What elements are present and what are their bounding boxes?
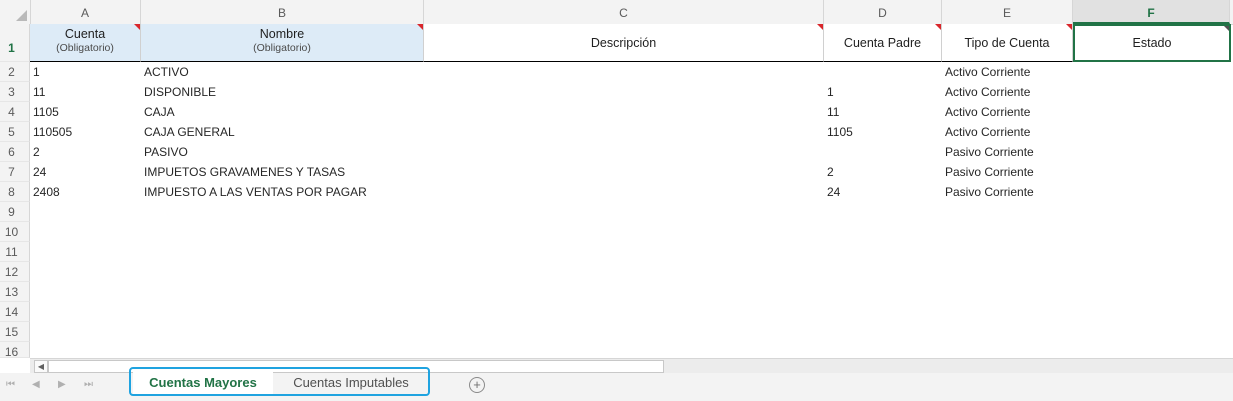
cell-tipo-cuenta[interactable]: Activo Corriente xyxy=(942,82,1073,102)
cell-estado[interactable] xyxy=(1073,62,1230,82)
cell-tipo-cuenta[interactable]: Activo Corriente xyxy=(942,122,1073,142)
row-header-3[interactable]: 3 xyxy=(0,82,30,102)
row-header-15[interactable]: 15 xyxy=(0,322,30,342)
last-sheet-icon[interactable]: ⏭ xyxy=(84,379,93,390)
cell-cuenta[interactable]: 1 xyxy=(30,62,141,82)
previous-sheet-icon[interactable]: ◀ xyxy=(32,379,40,390)
cell-cuenta[interactable]: 11 xyxy=(30,82,141,102)
cell-estado[interactable] xyxy=(1073,82,1230,102)
cell-nombre[interactable]: CAJA xyxy=(141,102,424,122)
row-header-16[interactable]: 16 xyxy=(0,342,30,359)
add-sheet-icon[interactable]: + xyxy=(469,377,485,393)
row-header-13[interactable]: 13 xyxy=(0,282,30,302)
cell-cuenta[interactable]: 2 xyxy=(30,142,141,162)
header-cell-tipo-cuenta[interactable]: Tipo de Cuenta xyxy=(942,24,1073,62)
header-cell-descripcion[interactable]: Descripción xyxy=(424,24,824,62)
cell-cuenta-padre[interactable]: 2 xyxy=(824,162,942,182)
cell-tipo-cuenta[interactable]: Activo Corriente xyxy=(942,62,1073,82)
cell-tipo-cuenta[interactable]: Activo Corriente xyxy=(942,102,1073,122)
column-header-d[interactable]: D xyxy=(824,0,942,24)
header-cell-cuenta[interactable]: Cuenta (Obligatorio) xyxy=(30,24,141,62)
cell-cuenta[interactable]: 2408 xyxy=(30,182,141,202)
cell-descripcion[interactable] xyxy=(424,102,824,122)
comment-indicator-icon xyxy=(1066,24,1072,30)
spreadsheet-grid: A B C D E F 1 2 3 4 5 6 7 8 9 10 11 12 1… xyxy=(0,0,1233,359)
cell-tipo-cuenta[interactable]: Pasivo Corriente xyxy=(942,162,1073,182)
scroll-left-icon[interactable]: ◀ xyxy=(34,360,48,373)
row-header-6[interactable]: 6 xyxy=(0,142,30,162)
header-cuenta-padre-label: Cuenta Padre xyxy=(843,36,922,50)
cell-tipo-cuenta[interactable]: Pasivo Corriente xyxy=(942,182,1073,202)
header-estado-label: Estado xyxy=(1132,36,1172,50)
cell-tipo-cuenta[interactable]: Pasivo Corriente xyxy=(942,142,1073,162)
header-nombre-sublabel: (Obligatorio) xyxy=(253,42,311,54)
comment-indicator-icon xyxy=(1224,26,1229,31)
column-header-e[interactable]: E xyxy=(942,0,1073,24)
cell-cuenta-padre[interactable]: 1105 xyxy=(824,122,942,142)
cell-cuenta-padre[interactable] xyxy=(824,142,942,162)
cell-nombre[interactable]: DISPONIBLE xyxy=(141,82,424,102)
header-cell-cuenta-padre[interactable]: Cuenta Padre xyxy=(824,24,942,62)
row-header-2[interactable]: 2 xyxy=(0,62,30,82)
column-header-c[interactable]: C xyxy=(424,0,824,24)
row-header-4[interactable]: 4 xyxy=(0,102,30,122)
comment-indicator-icon xyxy=(134,24,140,30)
cell-descripcion[interactable] xyxy=(424,182,824,202)
select-all-corner[interactable] xyxy=(0,0,31,24)
row-header-12[interactable]: 12 xyxy=(0,262,30,282)
next-sheet-icon[interactable]: ▶ xyxy=(58,379,66,390)
row-header-8[interactable]: 8 xyxy=(0,182,30,202)
comment-indicator-icon xyxy=(935,24,941,30)
row-header-11[interactable]: 11 xyxy=(0,242,30,262)
column-header-b[interactable]: B xyxy=(141,0,424,24)
cell-nombre[interactable]: CAJA GENERAL xyxy=(141,122,424,142)
row-header-9[interactable]: 9 xyxy=(0,202,30,222)
row-header-5[interactable]: 5 xyxy=(0,122,30,142)
first-sheet-icon[interactable]: ⏮ xyxy=(6,379,15,390)
cell-descripcion[interactable] xyxy=(424,122,824,142)
cell-cuenta-padre[interactable]: 24 xyxy=(824,182,942,202)
header-cuenta-sublabel: (Obligatorio) xyxy=(56,42,114,54)
comment-indicator-icon xyxy=(817,24,823,30)
select-all-icon xyxy=(16,10,27,21)
cell-cuenta-padre[interactable]: 11 xyxy=(824,102,942,122)
header-cell-estado[interactable]: Estado xyxy=(1073,24,1231,62)
cell-nombre[interactable]: IMPUETOS GRAVAMENES Y TASAS xyxy=(141,162,424,182)
row-header-10[interactable]: 10 xyxy=(0,222,30,242)
row-header-14[interactable]: 14 xyxy=(0,302,30,322)
cell-estado[interactable] xyxy=(1073,142,1230,162)
cell-estado[interactable] xyxy=(1073,182,1230,202)
cell-descripcion[interactable] xyxy=(424,62,824,82)
header-nombre-label: Nombre xyxy=(259,27,305,41)
cell-descripcion[interactable] xyxy=(424,142,824,162)
tabs-highlight-box xyxy=(129,367,430,396)
cell-nombre[interactable]: ACTIVO xyxy=(141,62,424,82)
cell-estado[interactable] xyxy=(1073,162,1230,182)
cell-cuenta[interactable]: 1105 xyxy=(30,102,141,122)
cell-estado[interactable] xyxy=(1073,122,1230,142)
cell-cuenta[interactable]: 24 xyxy=(30,162,141,182)
cell-estado[interactable] xyxy=(1073,102,1230,122)
cell-cuenta[interactable]: 110505 xyxy=(30,122,141,142)
header-cuenta-label: Cuenta xyxy=(64,27,106,41)
header-tipo-cuenta-label: Tipo de Cuenta xyxy=(964,36,1050,50)
column-header-a[interactable]: A xyxy=(30,0,141,24)
cell-nombre[interactable]: IMPUESTO A LAS VENTAS POR PAGAR xyxy=(141,182,424,202)
cell-descripcion[interactable] xyxy=(424,162,824,182)
comment-indicator-icon xyxy=(417,24,423,30)
cell-cuenta-padre[interactable] xyxy=(824,62,942,82)
header-descripcion-label: Descripción xyxy=(590,36,657,50)
cell-nombre[interactable]: PASIVO xyxy=(141,142,424,162)
header-cell-nombre[interactable]: Nombre (Obligatorio) xyxy=(141,24,424,62)
row-header-1[interactable]: 1 xyxy=(0,24,30,62)
cell-descripcion[interactable] xyxy=(424,82,824,102)
column-header-f[interactable]: F xyxy=(1073,0,1230,24)
cell-cuenta-padre[interactable]: 1 xyxy=(824,82,942,102)
row-header-7[interactable]: 7 xyxy=(0,162,30,182)
